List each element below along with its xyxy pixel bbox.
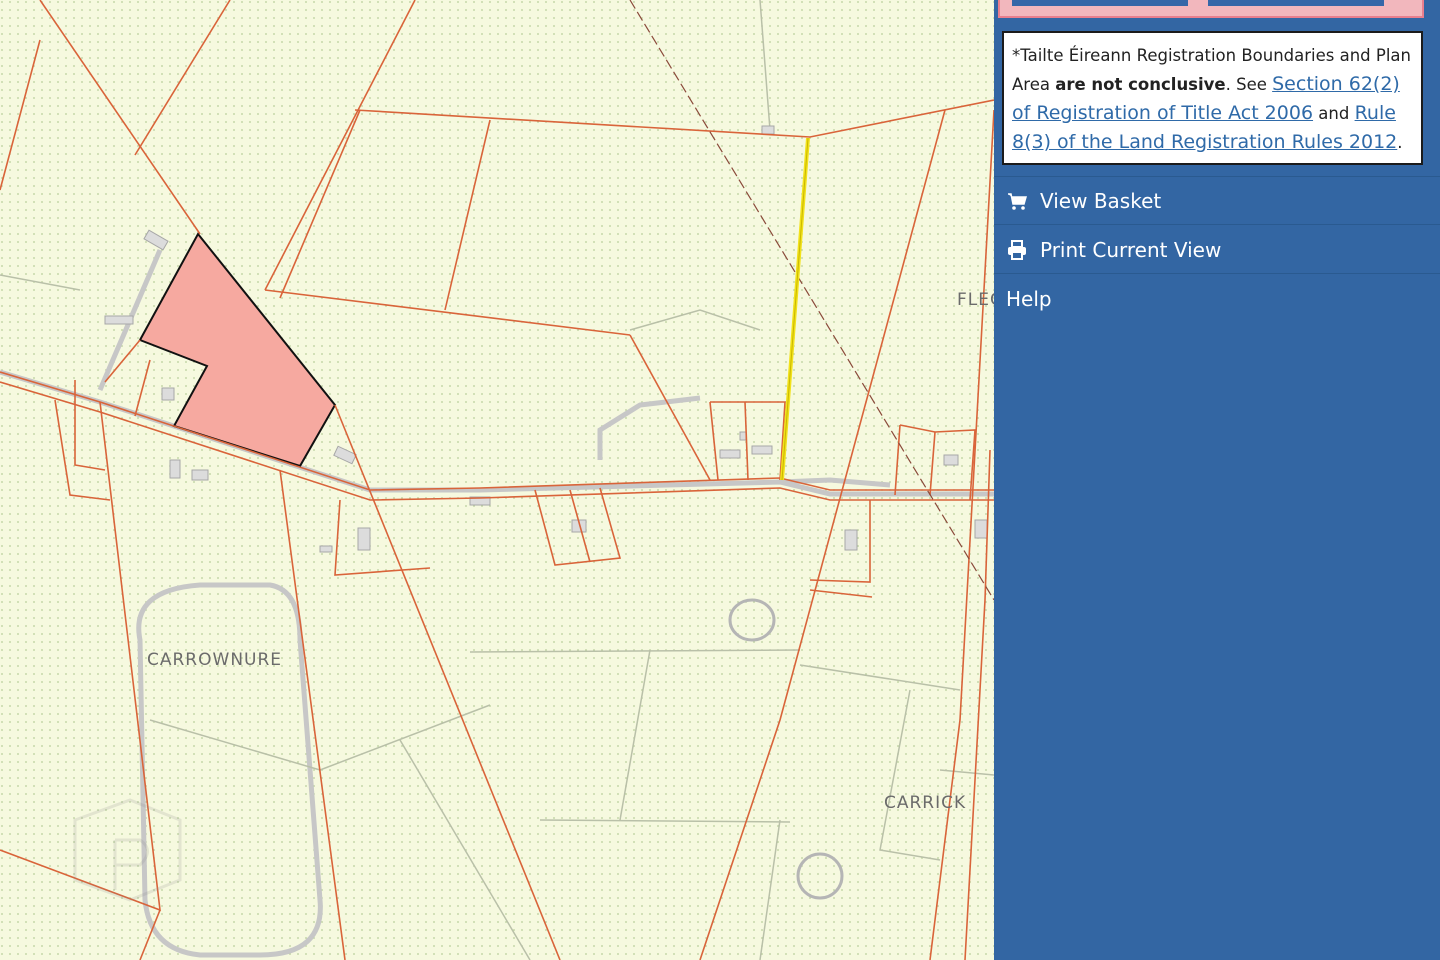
toolbar-button-right[interactable]: [1208, 0, 1384, 6]
view-basket-button[interactable]: View Basket: [994, 177, 1440, 225]
disclaimer-end: .: [1397, 133, 1403, 152]
help-label: Help: [1006, 287, 1052, 311]
top-toolbar: [998, 0, 1424, 18]
print-current-view-label: Print Current View: [1040, 237, 1222, 262]
disclaimer-box: *Tailte Éireann Registration Boundaries …: [1002, 31, 1423, 165]
print-current-view-button[interactable]: Print Current View: [994, 226, 1440, 274]
help-button[interactable]: Help: [994, 275, 1440, 323]
disclaimer-see: . See: [1225, 75, 1273, 94]
disclaimer-bold: are not conclusive: [1055, 75, 1226, 94]
place-label-carrownure: CARROWNURE: [147, 650, 283, 670]
place-label-carrick: CARRICK: [884, 793, 967, 813]
map-view[interactable]: CARROWNURE CARRICK FLEC: [0, 0, 994, 960]
cart-icon: [1008, 192, 1027, 210]
map-canvas[interactable]: [0, 0, 994, 960]
toolbar-button-left[interactable]: [1012, 0, 1188, 6]
side-panel: *Tailte Éireann Registration Boundaries …: [994, 0, 1440, 960]
disclaimer-and: and: [1313, 104, 1355, 123]
view-basket-label: View Basket: [1040, 188, 1162, 213]
place-label-flec: FLEC: [957, 290, 994, 310]
printer-icon: [1008, 239, 1026, 260]
